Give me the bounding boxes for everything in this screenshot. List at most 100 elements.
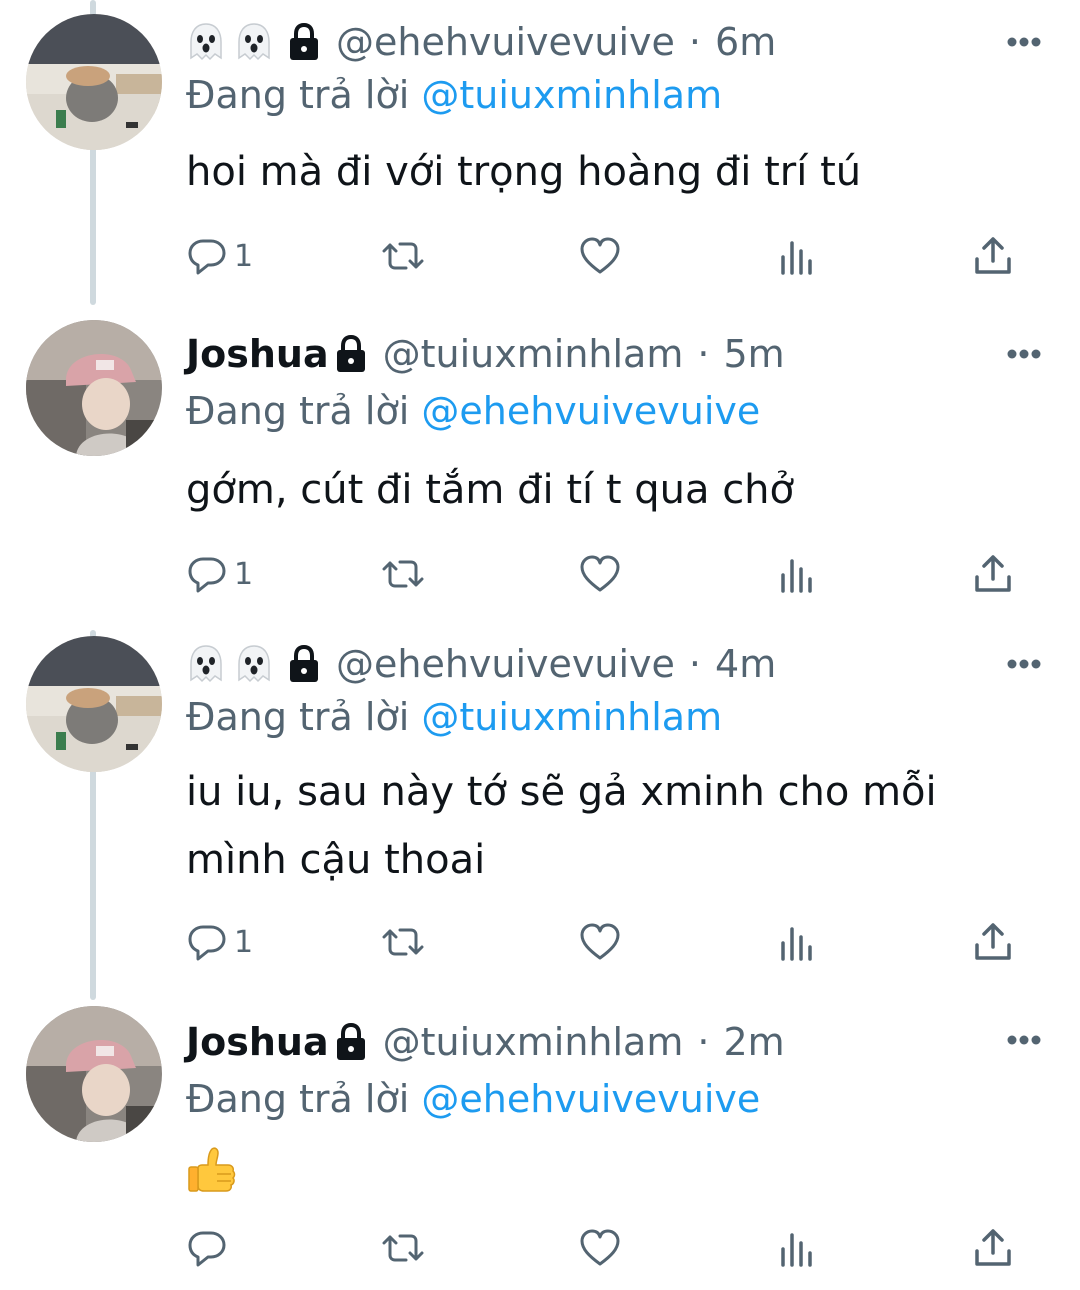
ghost-icon [234,21,274,63]
views-button[interactable] [776,920,818,964]
replying-to-label: Đang trả lời [186,73,410,117]
analytics-icon [781,241,812,275]
tweet[interactable]: @ehehvuivevuive · 6m Đang trả lời @tuiux… [0,0,1080,310]
user-handle[interactable]: @ehehvuivevuive [336,634,675,694]
reply-icon [188,925,226,961]
retweet-button[interactable] [382,1226,424,1270]
reply-button[interactable]: 1 [186,234,253,278]
views-button[interactable] [776,1226,818,1270]
separator-dot: · [688,20,702,64]
like-button[interactable] [579,1226,621,1270]
share-button[interactable] [972,234,1014,278]
retweet-icon [382,242,424,270]
tweet[interactable]: Joshua @tuiuxminhlam · 2m Đang trả lời @… [0,1000,1080,1290]
share-button[interactable] [972,552,1014,596]
reply-count: 1 [234,556,254,592]
avatar[interactable] [26,1006,162,1142]
reply-button[interactable]: 1 [186,920,253,964]
replying-to-line: Đang trả lời @tuiuxminhlam [186,68,722,122]
reply-mention-link[interactable]: @tuiuxminhlam [421,73,722,117]
share-icon [975,1229,1011,1266]
lock-icon [333,334,369,374]
lock-icon [286,644,322,684]
retweet-button[interactable] [382,234,424,278]
reply-icon [188,1231,226,1267]
avatar-image [26,636,162,772]
like-button[interactable] [579,234,621,278]
replying-to-line: Đang trả lời @tuiuxminhlam [186,690,722,744]
reply-button[interactable]: 1 [186,552,253,596]
like-button[interactable] [579,552,621,596]
ghost-icon [186,21,226,63]
reply-count: 1 [234,924,254,960]
tweet-text: gớm, cút đi tắm đi tí t qua chở [186,467,795,513]
display-name[interactable]: Joshua [186,324,329,384]
tweet-actions: 1 [186,552,1036,596]
heart-icon [580,923,620,960]
tweet-header: Joshua @tuiuxminhlam · 2m [186,1012,1040,1072]
replying-to-label: Đang trả lời [186,389,410,433]
share-button[interactable] [972,1226,1014,1270]
user-handle[interactable]: @tuiuxminhlam [383,324,684,384]
ghost-icon [234,643,274,685]
avatar-image [26,1006,162,1142]
thumbs-up-emoji [186,1144,238,1196]
analytics-icon [781,1233,812,1267]
reply-mention-link[interactable]: @tuiuxminhlam [421,695,722,739]
heart-icon [580,555,620,592]
more-options-icon[interactable] [1006,658,1042,670]
tweet-timestamp[interactable]: 5m [723,324,784,384]
avatar[interactable] [26,636,162,772]
reply-mention-link[interactable]: @ehehvuivevuive [421,1077,760,1121]
avatar[interactable] [26,320,162,456]
separator-dot: · [697,332,710,376]
tweet-actions: 1 [186,920,1036,964]
lock-icon [333,1022,369,1062]
retweet-icon [382,560,424,588]
views-button[interactable] [776,552,818,596]
user-handle[interactable]: @ehehvuivevuive [336,12,675,72]
share-icon [975,237,1011,274]
heart-icon [580,237,620,274]
replying-to-line: Đang trả lời @ehehvuivevuive [186,1072,760,1126]
separator-dot: · [697,1020,710,1064]
more-options-icon[interactable] [1006,1034,1042,1046]
separator-dot: · [688,642,702,686]
reply-mention-link[interactable]: @ehehvuivevuive [421,389,760,433]
reply-thread: @ehehvuivevuive · 6m Đang trả lời @tuiux… [0,0,1080,1290]
replying-to-label: Đang trả lời [186,1077,410,1121]
user-handle[interactable]: @tuiuxminhlam [383,1012,684,1072]
analytics-icon [781,559,812,593]
tweet[interactable]: Joshua @tuiuxminhlam · 5m Đang trả lời @… [0,310,1080,630]
views-button[interactable] [776,234,818,278]
tweet-actions [186,1226,1036,1270]
tweet-timestamp[interactable]: 6m [715,12,776,72]
retweet-button[interactable] [382,552,424,596]
tweet-text: hoi mà đi với trọng hoàng đi trí tú [186,149,862,195]
more-options-icon[interactable] [1006,36,1042,48]
avatar-image [26,320,162,456]
reply-icon [188,557,226,593]
retweet-icon [382,928,424,956]
more-options-icon[interactable] [1006,348,1042,360]
tweet-header: @ehehvuivevuive · 4m [186,634,1040,694]
avatar[interactable] [26,14,162,150]
display-name[interactable]: Joshua [186,1012,329,1072]
share-icon [975,555,1011,592]
heart-icon [580,1229,620,1266]
avatar-image [26,14,162,150]
tweet-header: Joshua @tuiuxminhlam · 5m [186,324,1040,384]
tweet-timestamp[interactable]: 4m [715,634,776,694]
tweet-timestamp[interactable]: 2m [723,1012,784,1072]
replying-to-line: Đang trả lời @ehehvuivevuive [186,384,760,438]
retweet-button[interactable] [382,920,424,964]
retweet-icon [382,1234,424,1262]
lock-icon [286,22,322,62]
tweet-actions: 1 [186,234,1036,278]
reply-button[interactable] [186,1226,228,1270]
tweet[interactable]: @ehehvuivevuive · 4m Đang trả lời @tuiux… [0,630,1080,1000]
tweet-header: @ehehvuivevuive · 6m [186,12,1040,72]
like-button[interactable] [579,920,621,964]
share-button[interactable] [972,920,1014,964]
share-icon [975,923,1011,960]
